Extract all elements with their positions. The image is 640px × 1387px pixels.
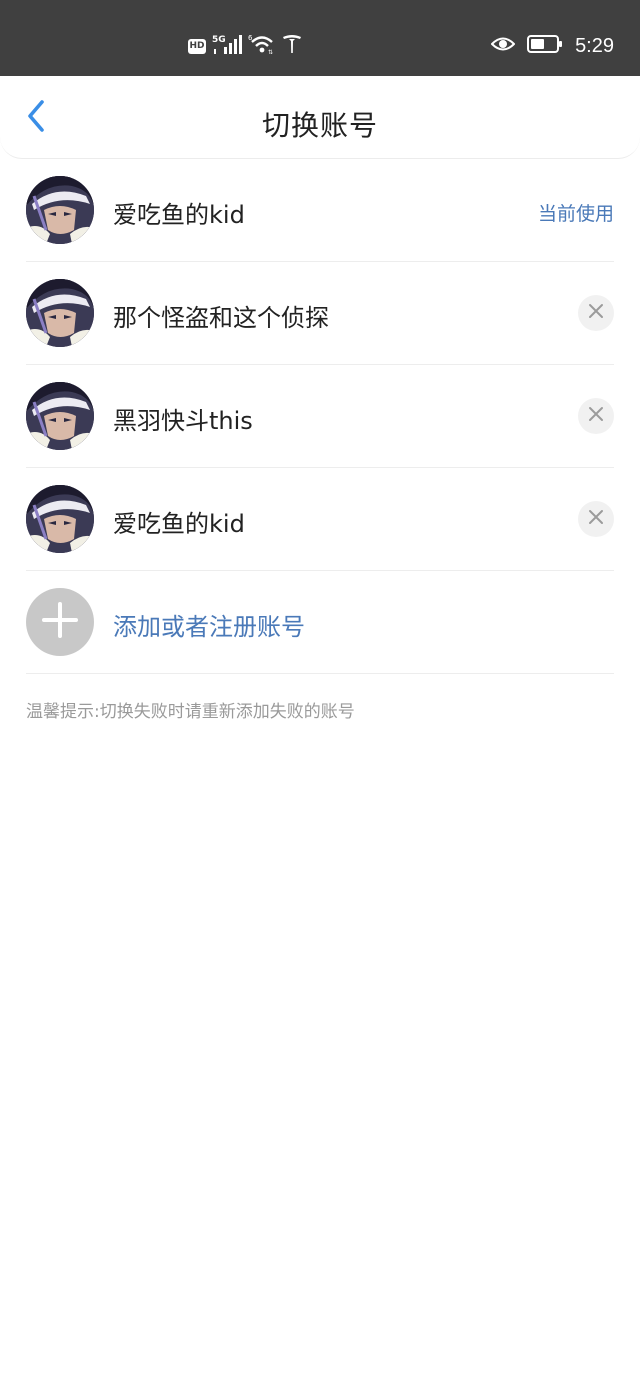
account-row[interactable]: 那个怪盗和这个侦探	[26, 262, 614, 365]
account-name: 爱吃鱼的kid	[113, 510, 245, 538]
plus-icon	[40, 600, 80, 644]
tip-text: 温馨提示:切换失败时请重新添加失败的账号	[26, 702, 355, 722]
add-account-label[interactable]: 添加或者注册账号	[113, 607, 305, 642]
account-name: 黑羽快斗this	[113, 407, 253, 435]
account-row-current[interactable]: 爱吃鱼的kid 当前使用	[26, 159, 614, 262]
wifi-icon: 6 ⇅	[248, 33, 276, 59]
tesla-logo-icon	[282, 33, 302, 59]
battery-icon	[527, 34, 563, 58]
5g-signal-icon: 5G	[212, 33, 242, 59]
avatar	[26, 382, 94, 450]
svg-text:5G: 5G	[212, 35, 226, 45]
account-row[interactable]: 爱吃鱼的kid	[26, 468, 614, 571]
status-time: 5:29	[575, 34, 614, 57]
account-row[interactable]: 黑羽快斗this	[26, 365, 614, 468]
eye-icon	[490, 35, 516, 57]
status-bar: HD 5G 6 ⇅ 5:29	[0, 0, 640, 76]
status-bar-left: HD 5G 6 ⇅	[188, 34, 302, 58]
close-icon	[588, 509, 604, 529]
status-bar-right: 5:29	[490, 32, 614, 60]
remove-account-button[interactable]	[578, 398, 614, 434]
svg-text:⇅: ⇅	[268, 49, 273, 55]
remove-account-button[interactable]	[578, 501, 614, 537]
avatar	[26, 176, 94, 244]
add-account-button[interactable]	[26, 588, 94, 656]
remove-account-button[interactable]	[578, 295, 614, 331]
close-icon	[588, 406, 604, 426]
account-name: 爱吃鱼的kid	[113, 201, 245, 229]
account-list: 爱吃鱼的kid 当前使用 那个怪盗和这个侦探 黑羽快斗this 爱吃鱼的kid …	[0, 159, 640, 674]
avatar	[26, 279, 94, 347]
app-header: 切换账号	[0, 76, 640, 159]
close-icon	[588, 303, 604, 323]
account-name: 那个怪盗和这个侦探	[113, 304, 329, 332]
add-account-row[interactable]: 添加或者注册账号	[26, 571, 614, 674]
current-account-label: 当前使用	[537, 203, 614, 225]
page-title: 切换账号	[261, 109, 378, 142]
hd-badge: HD	[188, 38, 206, 54]
avatar	[26, 485, 94, 553]
